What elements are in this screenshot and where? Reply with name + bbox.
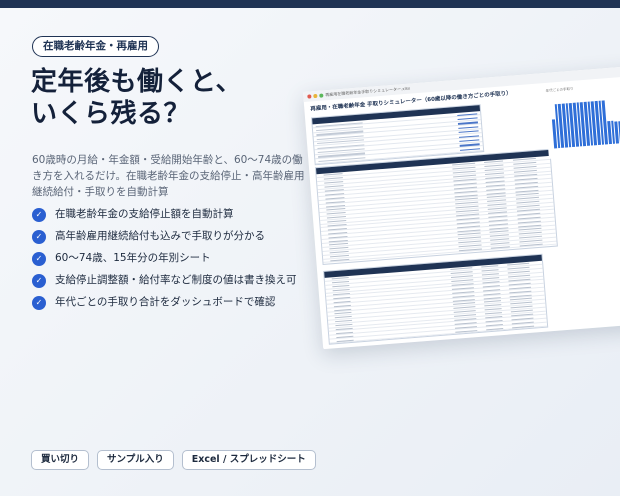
pill-sample-included: サンプル入り [97, 450, 174, 470]
pill-excel-spreadsheet: Excel / スプレッドシート [181, 450, 316, 470]
feature-list: ✓ 在職老齢年金の支給停止額を自動計算 ✓ 高年齢雇用継続給付も込みで手取りが分かる… [32, 207, 310, 317]
headline-line-1: 定年後も働くと、 [31, 67, 242, 97]
feature-item: ✓ 年代ごとの手取り合計をダッシュボードで確認 [32, 295, 310, 310]
check-icon: ✓ [32, 252, 46, 266]
summary-table [323, 253, 549, 345]
feature-item: ✓ 高年齢雇用継続給付も込みで手取りが分かる [32, 229, 310, 244]
pill-one-time-purchase: 買い切り [31, 450, 90, 470]
headline-line-2: いくら残る？ [31, 99, 191, 129]
check-icon: ✓ [32, 274, 46, 288]
feature-item: ✓ 在職老齢年金の支給停止額を自動計算 [32, 207, 310, 222]
feature-text: 60〜74歳、15年分の年別シート [55, 252, 211, 264]
window-controls [307, 93, 324, 99]
chart-bars [550, 89, 620, 149]
maximize-dot-icon [319, 93, 324, 98]
feature-text: 高年齢雇用継続給付も込みで手取りが分かる [55, 230, 265, 242]
close-dot-icon [307, 94, 312, 99]
feature-text: 支給停止調整額・給付率など制度の値は書き換え可 [55, 274, 297, 286]
feature-item: ✓ 支給停止調整額・給付率など制度の値は書き換え可 [32, 273, 310, 288]
check-icon: ✓ [32, 208, 46, 222]
spreadsheet-preview: 再雇用在職老齢年金手取りシミュレーター.xlsx 再雇用・在職老齢年金 手取りシ… [303, 63, 620, 350]
pill-group: 買い切り サンプル入り Excel / スプレッドシート [31, 450, 316, 470]
feature-text: 年代ごとの手取り合計をダッシュボードで確認 [55, 296, 276, 308]
feature-item: ✓ 60〜74歳、15年分の年別シート [32, 251, 310, 266]
check-icon: ✓ [32, 296, 46, 310]
dashboard-chart: 年代ごとの手取り [543, 78, 620, 159]
check-icon: ✓ [32, 230, 46, 244]
headline: 定年後も働くと、 いくら残る？ [31, 66, 301, 130]
yearly-table [314, 148, 558, 265]
top-bar [0, 0, 620, 8]
category-tag: 在職老齢年金・再雇用 [32, 36, 159, 57]
lead-text: 60歳時の月給・年金額・受給開始年齢と、60〜74歳の働き方を入れるだけ。在職老… [32, 154, 305, 198]
feature-text: 在職老齢年金の支給停止額を自動計算 [55, 208, 234, 220]
minimize-dot-icon [313, 93, 318, 99]
